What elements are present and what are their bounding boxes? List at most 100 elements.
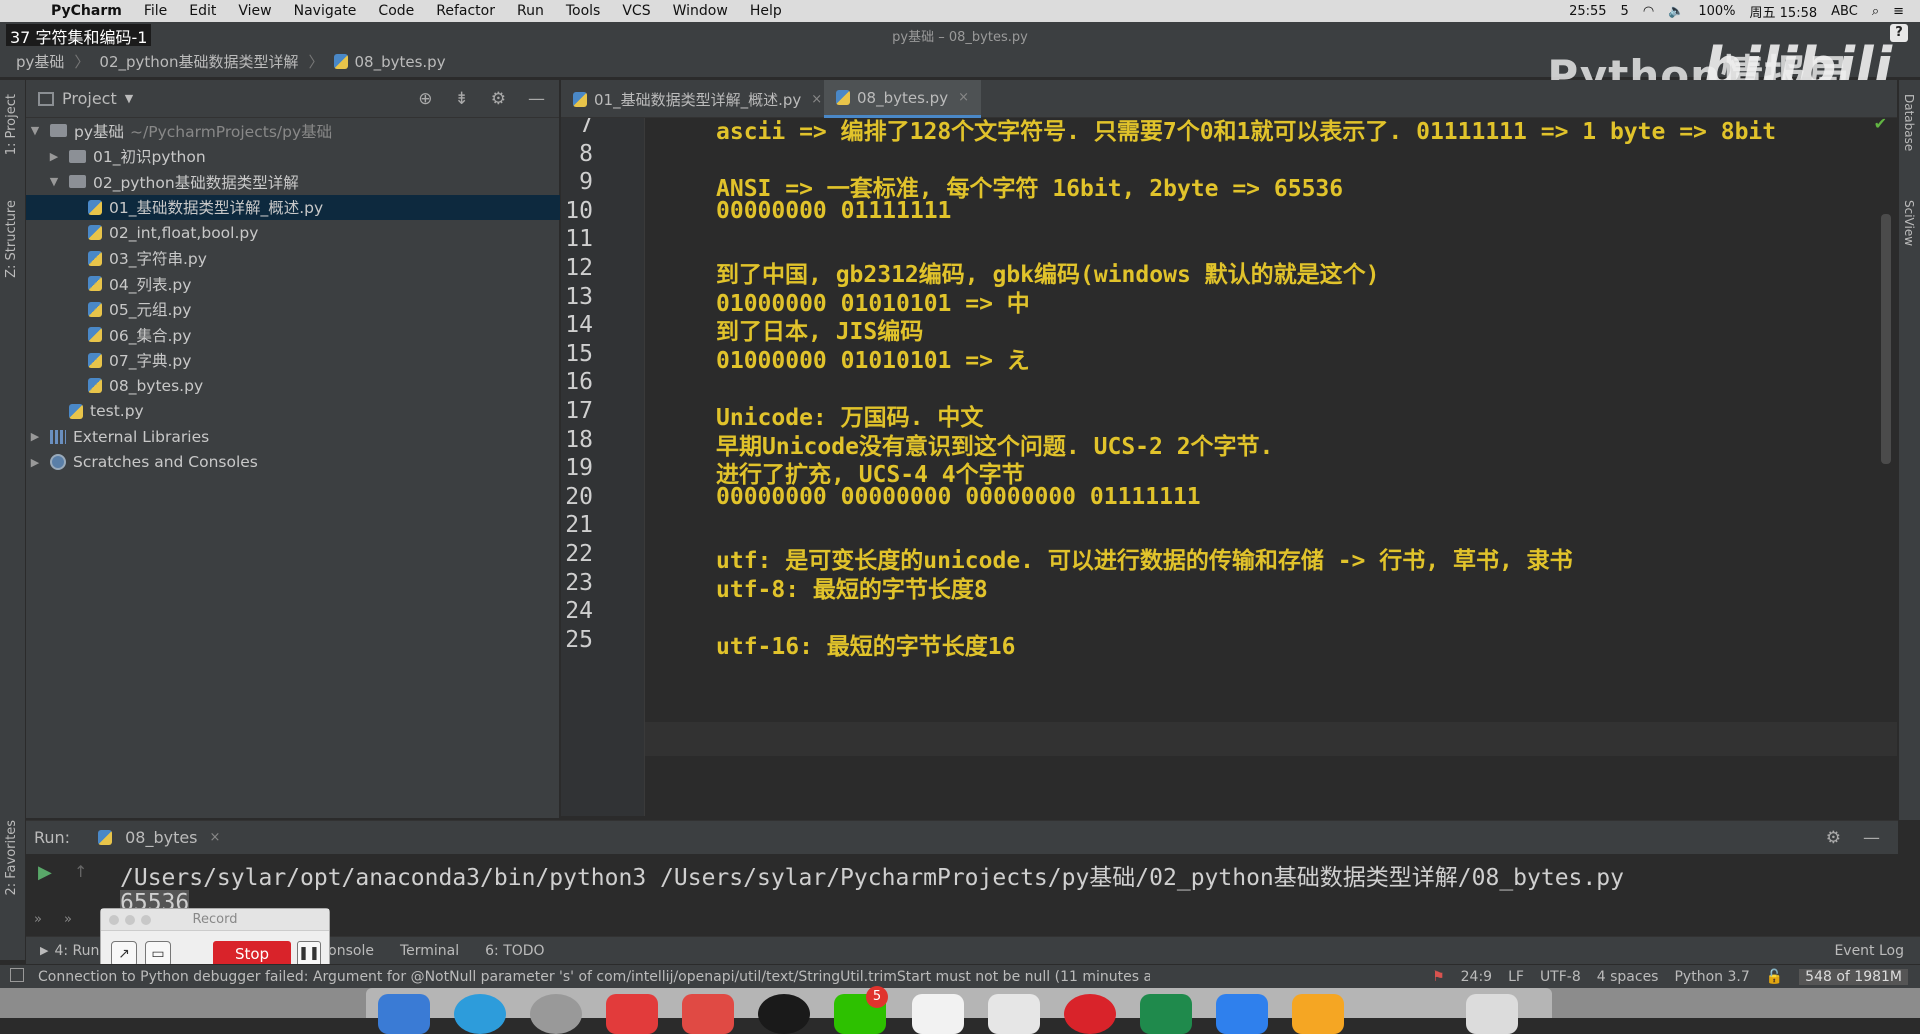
code-line[interactable]: utf-8: 最短的字节长度8 bbox=[716, 570, 988, 604]
gear-icon[interactable]: ⚙ bbox=[491, 89, 506, 109]
menu-tools[interactable]: Tools bbox=[555, 3, 612, 19]
close-icon[interactable]: × bbox=[811, 92, 822, 107]
hide-icon[interactable]: — bbox=[528, 89, 545, 109]
chevron-down-icon[interactable]: ▼ bbox=[28, 124, 42, 137]
tab-bytes-file[interactable]: 08_bytes.py × bbox=[824, 80, 981, 118]
interpreter[interactable]: Python 3.7 bbox=[1674, 969, 1749, 985]
code-line[interactable]: 01000000 01010101 => え bbox=[716, 341, 1030, 375]
menu-edit[interactable]: Edit bbox=[178, 3, 227, 19]
breadcrumb-file[interactable]: 08_bytes.py bbox=[355, 53, 446, 71]
tree-item[interactable]: 01_基础数据类型详解_概述.py bbox=[26, 194, 560, 220]
tree-item[interactable]: ▶ 01_初识python bbox=[26, 144, 560, 169]
structure-tool-button[interactable]: Z: Structure bbox=[4, 200, 19, 278]
tree-item[interactable]: ▶ External Libraries bbox=[26, 424, 560, 449]
chevron-right-icon[interactable]: ▶ bbox=[28, 430, 42, 443]
app-menu[interactable]: PyCharm bbox=[40, 3, 133, 19]
menu-navigate[interactable]: Navigate bbox=[283, 3, 368, 19]
code-line[interactable]: ascii => 编排了128个文字符号. 只需要7个0和1就可以表示了. 01… bbox=[716, 118, 1776, 146]
tree-item[interactable]: 06_集合.py bbox=[26, 322, 560, 347]
menu-file[interactable]: File bbox=[133, 3, 178, 19]
tree-item[interactable]: 05_元组.py bbox=[26, 297, 560, 322]
chevron-down-icon[interactable]: ▼ bbox=[125, 92, 133, 105]
run-tab[interactable]: 08_bytes × bbox=[98, 828, 220, 847]
editor-scrollbar[interactable] bbox=[1881, 214, 1891, 464]
locate-icon[interactable]: ⊕ bbox=[418, 89, 432, 109]
breadcrumb-folder[interactable]: 02_python基础数据类型详解 bbox=[99, 51, 298, 72]
help-icon[interactable]: ? bbox=[1890, 24, 1908, 42]
menu-window[interactable]: Window bbox=[662, 3, 739, 19]
trash-icon[interactable] bbox=[1466, 994, 1518, 1034]
tree-item[interactable]: ▶ Scratches and Consoles bbox=[26, 450, 560, 475]
sciview-tool-button[interactable]: SciView bbox=[1902, 200, 1916, 246]
code-line[interactable]: utf-16: 最短的字节长度16 bbox=[716, 627, 1015, 661]
expand-icon[interactable]: » bbox=[34, 912, 42, 927]
tree-item[interactable]: 03_字符串.py bbox=[26, 246, 560, 271]
chevron-down-icon[interactable]: ▼ bbox=[47, 175, 61, 188]
indent-setting[interactable]: 4 spaces bbox=[1597, 969, 1659, 985]
file-encoding[interactable]: UTF-8 bbox=[1540, 969, 1581, 985]
code-line[interactable]: 00000000 00000000 00000000 01111111 bbox=[716, 484, 1201, 510]
gear-icon[interactable]: ⚙ bbox=[1826, 828, 1841, 848]
tree-item[interactable]: ▼ 02_python基础数据类型详解 bbox=[26, 169, 560, 194]
close-icon[interactable]: × bbox=[210, 830, 221, 845]
volume-icon[interactable]: 🔈 bbox=[1668, 4, 1684, 19]
tool-tab-terminal[interactable]: Terminal bbox=[400, 943, 459, 959]
menu-help[interactable]: Help bbox=[739, 3, 793, 19]
favorites-tool-button[interactable]: 2: Favorites bbox=[4, 820, 19, 896]
menu-code[interactable]: Code bbox=[367, 3, 425, 19]
inspection-ok-icon[interactable]: ✔ bbox=[1874, 118, 1887, 133]
caret-position[interactable]: 24:9 bbox=[1461, 969, 1492, 985]
qq-icon[interactable] bbox=[758, 994, 810, 1034]
wifi-icon[interactable]: ◠ bbox=[1643, 4, 1654, 19]
lock-icon[interactable]: 🔓 bbox=[1766, 969, 1783, 985]
tree-item[interactable]: 02_int,float,bool.py bbox=[26, 220, 560, 245]
chevron-right-icon[interactable]: ▶ bbox=[47, 150, 61, 163]
chevron-right-icon[interactable]: ▶ bbox=[28, 456, 42, 469]
tree-item[interactable]: test.py bbox=[26, 399, 560, 424]
app-icon[interactable] bbox=[1216, 994, 1268, 1034]
search-icon[interactable]: ⌕ bbox=[1872, 4, 1879, 19]
app-icon[interactable] bbox=[1064, 994, 1116, 1034]
tool-tab-run[interactable]: 4: Run bbox=[54, 943, 99, 959]
launchpad-icon[interactable] bbox=[530, 994, 582, 1034]
clock[interactable]: 周五 15:58 bbox=[1750, 2, 1818, 21]
event-log-button[interactable]: Event Log bbox=[1834, 943, 1904, 959]
app-icon[interactable] bbox=[912, 994, 964, 1034]
battery-level[interactable]: 100% bbox=[1698, 4, 1735, 19]
app-icon[interactable] bbox=[988, 994, 1040, 1034]
code-editor[interactable]: 7 8 9 10 11 12 13 14 15 16 17 18 19 20 21 22 23 24 25 asci… bbox=[561, 118, 1897, 816]
tab-overview-file[interactable]: 01_基础数据类型详解_概述.py × bbox=[561, 80, 834, 118]
finder-icon[interactable] bbox=[378, 994, 430, 1034]
expand-icon[interactable]: » bbox=[64, 912, 72, 927]
input-source[interactable]: ABC bbox=[1831, 4, 1858, 19]
chrome-icon[interactable] bbox=[682, 994, 734, 1034]
menu-run[interactable]: Run bbox=[506, 3, 555, 19]
menu-refactor[interactable]: Refactor bbox=[425, 3, 506, 19]
tree-item[interactable]: 07_字典.py bbox=[26, 348, 560, 373]
project-panel-title[interactable]: Project bbox=[62, 89, 117, 108]
pycharm-icon[interactable] bbox=[1140, 994, 1192, 1034]
control-center-icon[interactable]: ≡ bbox=[1893, 4, 1904, 19]
netease-icon[interactable] bbox=[606, 994, 658, 1034]
scroll-up-icon[interactable]: ↑ bbox=[74, 862, 87, 881]
wechat-count[interactable]: 5 bbox=[1621, 4, 1629, 19]
toggle-tool-windows-icon[interactable] bbox=[10, 968, 24, 982]
hide-icon[interactable]: — bbox=[1863, 828, 1880, 848]
tree-item[interactable]: ▼ py基础 ~/PycharmProjects/py基础 bbox=[26, 118, 560, 143]
memory-indicator[interactable]: 548 of 1981M bbox=[1799, 968, 1908, 985]
project-tool-button[interactable]: 1: Project bbox=[4, 94, 19, 155]
status-message[interactable]: Connection to Python debugger failed: Ar… bbox=[0, 969, 1150, 985]
tool-tab-todo[interactable]: 6: TODO bbox=[485, 943, 544, 959]
rerun-icon[interactable]: ▶ bbox=[38, 862, 52, 883]
app-icon[interactable] bbox=[1292, 994, 1344, 1034]
recording-time[interactable]: 25:55 bbox=[1569, 4, 1606, 19]
tree-item[interactable]: 04_列表.py bbox=[26, 271, 560, 296]
database-tool-button[interactable]: Database bbox=[1902, 94, 1916, 151]
code-line[interactable]: 00000000 01111111 bbox=[716, 198, 951, 224]
menu-vcs[interactable]: VCS bbox=[611, 3, 661, 19]
collapse-all-icon[interactable]: ⇟ bbox=[455, 89, 469, 109]
safari-icon[interactable] bbox=[454, 994, 506, 1034]
tree-item[interactable]: 08_bytes.py bbox=[26, 373, 560, 398]
close-icon[interactable]: × bbox=[958, 90, 969, 105]
breadcrumb-project[interactable]: py基础 bbox=[16, 51, 64, 72]
